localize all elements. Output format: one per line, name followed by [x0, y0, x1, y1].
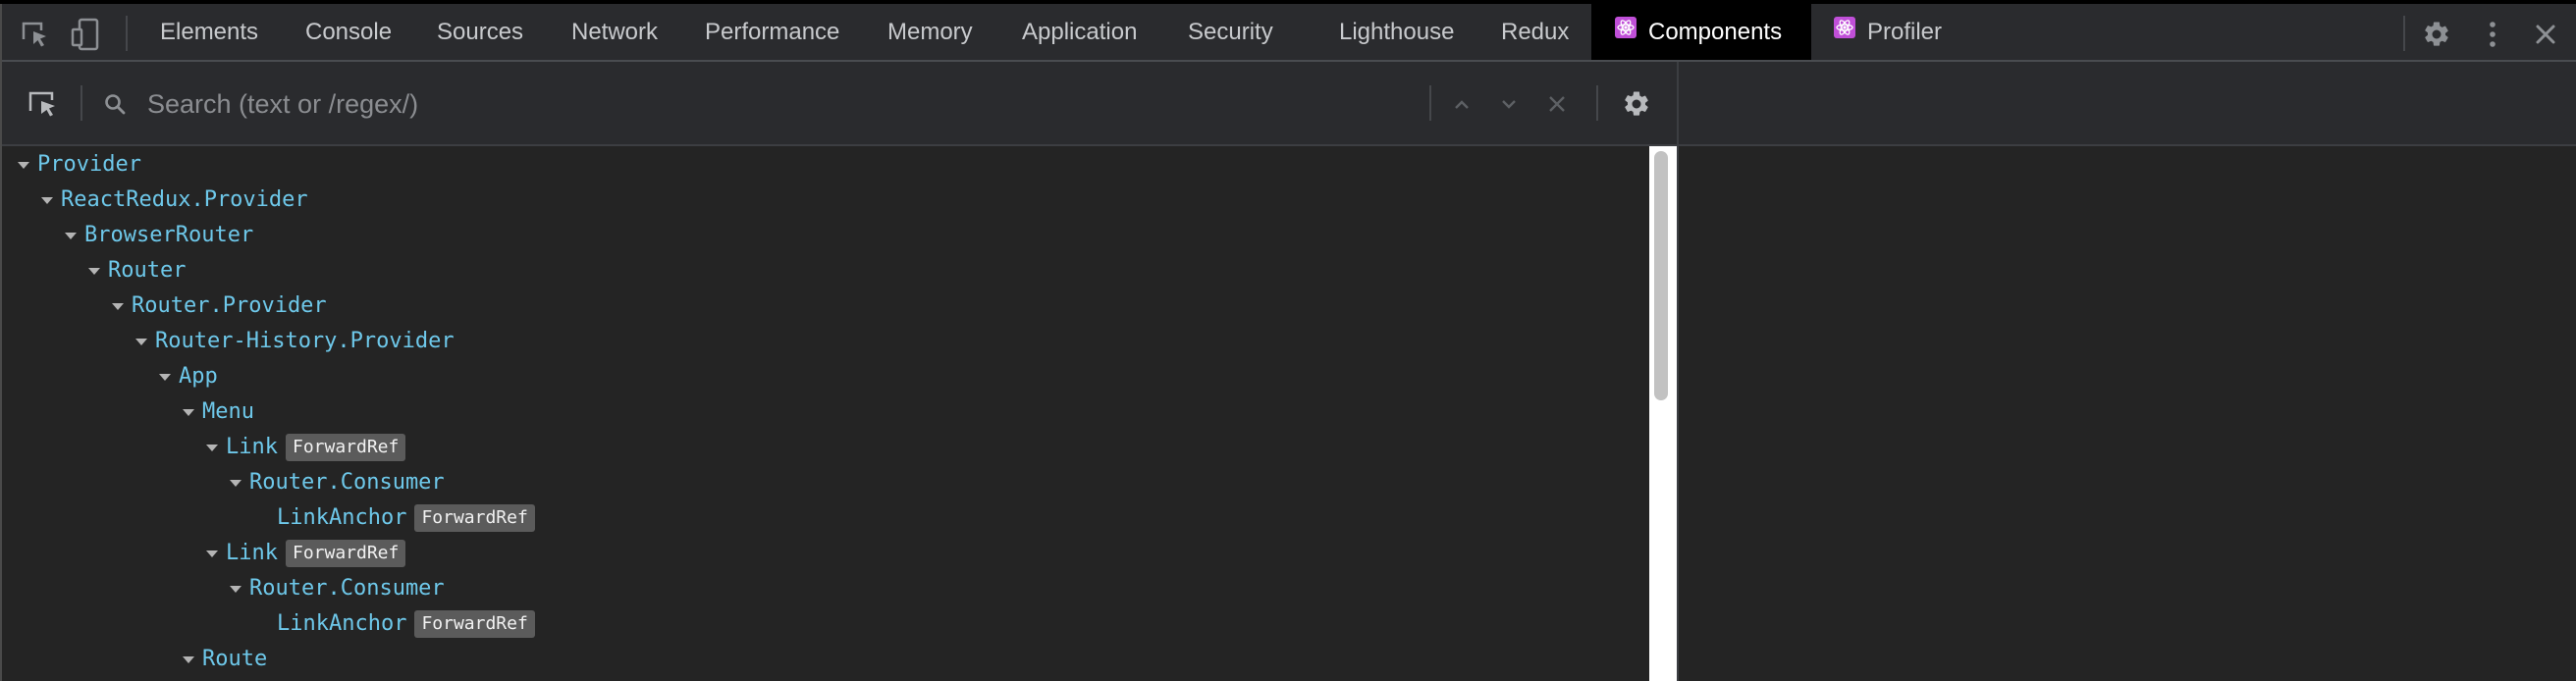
components-toolbar: [2, 62, 1677, 146]
component-name: ReactRedux.Provider: [61, 187, 308, 212]
more-options-icon[interactable]: [2476, 18, 2509, 51]
search-input[interactable]: [145, 81, 1425, 127]
tree-row[interactable]: Router.Consumer: [230, 466, 445, 499]
component-settings-gear-icon[interactable]: [1620, 87, 1653, 121]
hoc-badge: ForwardRef: [285, 540, 406, 567]
close-devtools-icon[interactable]: [2529, 18, 2562, 51]
component-name: Router.Consumer: [249, 470, 445, 495]
devtools-tab-bar: Elements Console Sources Network Perform…: [2, 4, 2576, 62]
expand-caret-icon[interactable]: [183, 655, 194, 663]
component-name: App: [179, 364, 218, 389]
expand-caret-icon[interactable]: [18, 161, 29, 169]
expand-caret-icon[interactable]: [41, 196, 53, 204]
expand-caret-icon[interactable]: [183, 408, 194, 416]
tree-row[interactable]: ReactRedux.Provider: [41, 183, 308, 217]
tree-row[interactable]: Router: [88, 254, 186, 288]
tab-sources[interactable]: Sources: [437, 4, 523, 60]
tree-row[interactable]: Router-History.Provider: [135, 325, 455, 358]
component-name: Router: [108, 258, 187, 283]
device-toolbar-icon[interactable]: [69, 18, 102, 51]
component-name: Link: [226, 541, 278, 565]
tree-row[interactable]: Route: [183, 643, 267, 676]
toolbar-divider: [1429, 85, 1431, 121]
expand-caret-icon[interactable]: [159, 373, 171, 381]
tab-lighthouse[interactable]: Lighthouse: [1339, 4, 1454, 60]
search-icon: [98, 87, 132, 121]
tab-label: Sources: [437, 19, 524, 45]
inspected-element-header: [1677, 62, 2576, 146]
tree-row[interactable]: Link ForwardRef: [206, 537, 406, 570]
tab-console[interactable]: Console: [305, 4, 392, 60]
tab-label: Application: [1022, 19, 1138, 45]
scrollbar-thumb[interactable]: [1654, 151, 1668, 400]
expand-caret-icon[interactable]: [135, 338, 147, 345]
tab-label: Components: [1648, 19, 1783, 45]
tab-label: Memory: [887, 19, 973, 45]
toolbar-divider: [80, 85, 82, 121]
tab-memory[interactable]: Memory: [887, 4, 973, 60]
select-element-icon[interactable]: [26, 87, 59, 121]
tree-row[interactable]: Provider: [18, 148, 141, 182]
tree-row[interactable]: Menu: [183, 395, 254, 429]
tree-row[interactable]: App: [159, 360, 218, 393]
expand-caret-icon[interactable]: [206, 550, 218, 557]
inspect-element-icon[interactable]: [18, 18, 51, 51]
toolbar-divider: [2403, 16, 2405, 51]
hoc-badge: ForwardRef: [285, 434, 406, 461]
component-name: Router.Provider: [132, 293, 327, 318]
tab-label: Profiler: [1867, 19, 1943, 45]
toolbar-divider: [126, 16, 128, 51]
tab-network[interactable]: Network: [571, 4, 658, 60]
settings-gear-icon[interactable]: [2420, 18, 2453, 51]
tree-row[interactable]: LinkAnchor ForwardRef: [277, 501, 535, 535]
tab-performance[interactable]: Performance: [705, 4, 839, 60]
next-result-icon[interactable]: [1492, 87, 1526, 121]
tab-components[interactable]: Components: [1591, 4, 1811, 60]
component-name: LinkAnchor: [277, 611, 407, 636]
tab-label: Redux: [1501, 19, 1570, 45]
tree-row[interactable]: Router.Consumer: [230, 572, 445, 605]
tree-row[interactable]: Router.Provider: [112, 289, 327, 323]
component-name: BrowserRouter: [84, 223, 254, 247]
component-name: Menu: [202, 399, 254, 424]
toolbar-divider: [1596, 85, 1598, 121]
tab-label: Network: [571, 19, 659, 45]
tree-scrollbar[interactable]: [1649, 146, 1677, 681]
tree-row[interactable]: BrowserRouter: [65, 219, 253, 252]
component-name: Link: [226, 435, 278, 459]
component-name: LinkAnchor: [277, 505, 407, 530]
tree-row[interactable]: Link ForwardRef: [206, 431, 406, 464]
component-tree[interactable]: Provider ReactRedux.Provider BrowserRout…: [2, 146, 1647, 681]
inspected-element-panel: [1677, 146, 2576, 681]
tab-label: Console: [305, 19, 393, 45]
component-name: Router.Consumer: [249, 576, 445, 601]
tab-label: Lighthouse: [1339, 19, 1455, 45]
react-logo-icon: [1615, 3, 1637, 59]
hoc-badge: ForwardRef: [414, 504, 535, 532]
tab-label: Performance: [705, 19, 840, 45]
tab-elements[interactable]: Elements: [160, 4, 258, 60]
react-logo-icon: [1834, 3, 1855, 59]
expand-caret-icon[interactable]: [112, 302, 124, 310]
hoc-badge: ForwardRef: [414, 610, 535, 638]
component-name: Router-History.Provider: [155, 329, 455, 353]
tab-redux[interactable]: Redux: [1501, 4, 1569, 60]
tab-profiler[interactable]: Profiler: [1834, 4, 1942, 60]
clear-search-icon[interactable]: [1540, 87, 1574, 121]
component-name: Route: [202, 647, 268, 671]
expand-caret-icon[interactable]: [206, 444, 218, 451]
expand-caret-icon[interactable]: [88, 267, 100, 275]
tab-application[interactable]: Application: [1022, 4, 1137, 60]
tab-label: Elements: [160, 19, 259, 45]
tab-security[interactable]: Security: [1188, 4, 1273, 60]
expand-caret-icon[interactable]: [65, 232, 77, 239]
tree-row[interactable]: LinkAnchor ForwardRef: [277, 607, 535, 641]
tab-label: Security: [1188, 19, 1273, 45]
expand-caret-icon[interactable]: [230, 585, 242, 593]
previous-result-icon[interactable]: [1445, 87, 1478, 121]
component-name: Provider: [37, 152, 141, 177]
expand-caret-icon[interactable]: [230, 479, 242, 487]
